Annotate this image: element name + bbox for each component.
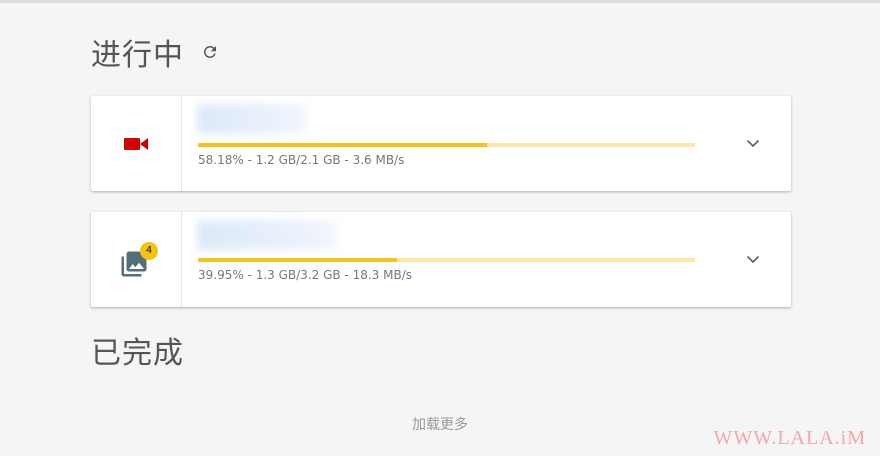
download-stats: 39.95% - 1.3 GB/3.2 GB - 18.3 MB/s	[198, 268, 412, 282]
card-icon-area	[91, 96, 182, 191]
file-name-blurred	[197, 220, 337, 250]
video-camera-icon	[124, 137, 148, 150]
progress-fill	[198, 258, 397, 262]
expand-button[interactable]	[741, 247, 765, 271]
watermark: WWW.LALA.iM	[713, 427, 866, 449]
progress-bar	[198, 143, 695, 147]
file-name-blurred	[197, 104, 307, 134]
card-icon-area: 4	[91, 212, 182, 307]
progress-bar	[198, 258, 695, 262]
in-progress-title: 进行中	[91, 38, 184, 73]
expand-button[interactable]	[741, 131, 765, 155]
refresh-button[interactable]	[200, 42, 220, 62]
download-stats: 58.18% - 1.2 GB/2.1 GB - 3.6 MB/s	[198, 153, 405, 167]
file-count-badge: 4	[140, 241, 158, 260]
top-border	[0, 0, 880, 3]
completed-header: 已完成	[91, 328, 184, 372]
download-card-images[interactable]: 4 39.95% - 1.3 GB/3.2 GB - 18.3 MB/s	[91, 212, 791, 307]
refresh-icon	[203, 45, 216, 58]
in-progress-header: 进行中	[91, 30, 220, 74]
chevron-down-icon	[746, 255, 760, 263]
chevron-down-icon	[746, 139, 760, 147]
completed-title: 已完成	[91, 336, 184, 371]
download-card-video[interactable]: 58.18% - 1.2 GB/2.1 GB - 3.6 MB/s	[91, 96, 791, 191]
progress-fill	[198, 143, 488, 147]
